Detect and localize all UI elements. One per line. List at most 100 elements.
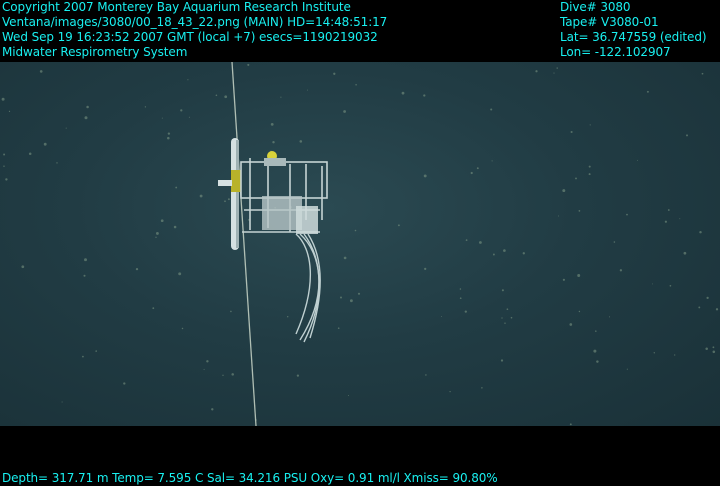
- yellow-marker: [231, 170, 241, 192]
- snow-particle: [608, 316, 611, 318]
- snow-particle: [679, 218, 681, 220]
- snow-particle: [199, 194, 203, 198]
- snow-particle: [578, 310, 581, 313]
- top-mount: [264, 158, 286, 166]
- snow-particle: [155, 231, 159, 235]
- underwater-scene: [0, 62, 720, 426]
- snow-particle: [167, 136, 170, 140]
- snow-particle: [178, 272, 182, 276]
- snow-particle: [144, 106, 147, 108]
- snow-particle: [188, 116, 190, 118]
- snow-particle: [577, 274, 581, 277]
- snow-particle: [669, 284, 672, 287]
- snow-particle: [705, 347, 708, 351]
- snow-particle: [506, 308, 509, 311]
- video-frame: Copyright 2007 Monterey Bay Aquarium Res…: [0, 0, 720, 486]
- snow-particle: [588, 165, 591, 168]
- snow-particle: [569, 323, 573, 326]
- snow-particle: [664, 220, 667, 223]
- snow-particle: [1, 97, 5, 101]
- snow-particle: [504, 322, 506, 324]
- respirometry-instrument: [218, 138, 328, 343]
- snow-particle: [354, 229, 357, 232]
- snow-particle: [333, 72, 336, 75]
- sensor-readout-line: Depth= 317.71 m Temp= 7.595 C Sal= 34.21…: [2, 471, 498, 485]
- snow-particle: [357, 292, 361, 295]
- snow-particle: [459, 288, 462, 290]
- snow-particle: [211, 408, 214, 411]
- float-tube-shadow: [236, 140, 239, 248]
- snow-particle: [476, 167, 479, 170]
- snow-particle: [562, 189, 566, 193]
- snow-particle: [589, 124, 591, 126]
- snow-particle: [637, 159, 638, 161]
- snow-particle: [522, 252, 525, 255]
- snow-particle: [501, 317, 503, 319]
- snow-particle: [492, 253, 495, 256]
- snow-particle: [557, 215, 559, 217]
- snow-particle: [441, 316, 443, 318]
- snow-particle: [674, 354, 676, 356]
- snow-particle: [28, 152, 32, 156]
- snow-particle: [401, 91, 405, 95]
- snow-particle: [683, 251, 687, 255]
- snow-particle: [43, 142, 47, 146]
- snow-particle: [595, 330, 597, 332]
- snow-particle: [84, 116, 88, 120]
- snow-particle: [667, 209, 670, 211]
- system-name-line: Midwater Respirometry System: [2, 45, 188, 59]
- snow-particle: [65, 127, 67, 129]
- snow-particle: [3, 153, 6, 156]
- snow-particle: [570, 130, 573, 134]
- snow-particle: [626, 368, 628, 370]
- snow-particle: [135, 267, 139, 271]
- snow-particle: [423, 94, 426, 97]
- longitude: Lon= -122.102907: [560, 45, 671, 59]
- snow-particle: [588, 173, 591, 176]
- snow-particle: [449, 390, 451, 393]
- snow-particle: [84, 258, 87, 262]
- snow-particle: [181, 327, 184, 330]
- snow-particle: [355, 84, 357, 86]
- dangling-tubes: [295, 233, 321, 343]
- snow-particle: [556, 67, 558, 69]
- snow-particle: [8, 110, 11, 113]
- snow-particle: [470, 171, 473, 175]
- snow-particle: [503, 249, 506, 252]
- snow-particle: [180, 109, 183, 112]
- snow-particle: [699, 230, 702, 234]
- snow-particle: [343, 256, 347, 260]
- snow-particle: [296, 374, 300, 377]
- snow-particle: [501, 289, 504, 292]
- snow-particle: [479, 241, 482, 244]
- snow-particle: [224, 200, 226, 203]
- snow-particle: [203, 368, 205, 370]
- snow-particle: [230, 310, 232, 313]
- snow-particle: [349, 299, 353, 303]
- snow-particle: [578, 210, 581, 212]
- snow-particle: [306, 89, 308, 91]
- snow-particle: [56, 162, 58, 164]
- snow-particle: [340, 296, 342, 299]
- snow-particle: [593, 349, 597, 353]
- snow-particle: [83, 274, 86, 277]
- overlay-right-block: Dive# 3080 Tape# V3080-01 Lat= 36.747559…: [560, 0, 707, 60]
- snow-particle: [21, 265, 25, 269]
- snow-particle: [348, 395, 349, 396]
- snow-particle: [3, 165, 5, 167]
- snow-particle: [95, 350, 97, 352]
- snow-particle: [535, 70, 538, 73]
- copyright-line: Copyright 2007 Monterey Bay Aquarium Res…: [2, 0, 351, 14]
- snow-particle: [646, 90, 649, 93]
- snow-particle: [5, 178, 8, 181]
- snow-particle: [187, 79, 189, 81]
- snow-particle: [123, 382, 126, 385]
- snow-particle: [206, 360, 209, 363]
- snow-particle: [231, 373, 234, 376]
- snow-particle: [215, 94, 218, 97]
- snow-particle: [222, 374, 224, 376]
- snow-particle: [227, 198, 230, 201]
- snow-particle: [491, 160, 493, 162]
- snow-particle: [698, 306, 701, 309]
- snow-particle: [424, 267, 427, 271]
